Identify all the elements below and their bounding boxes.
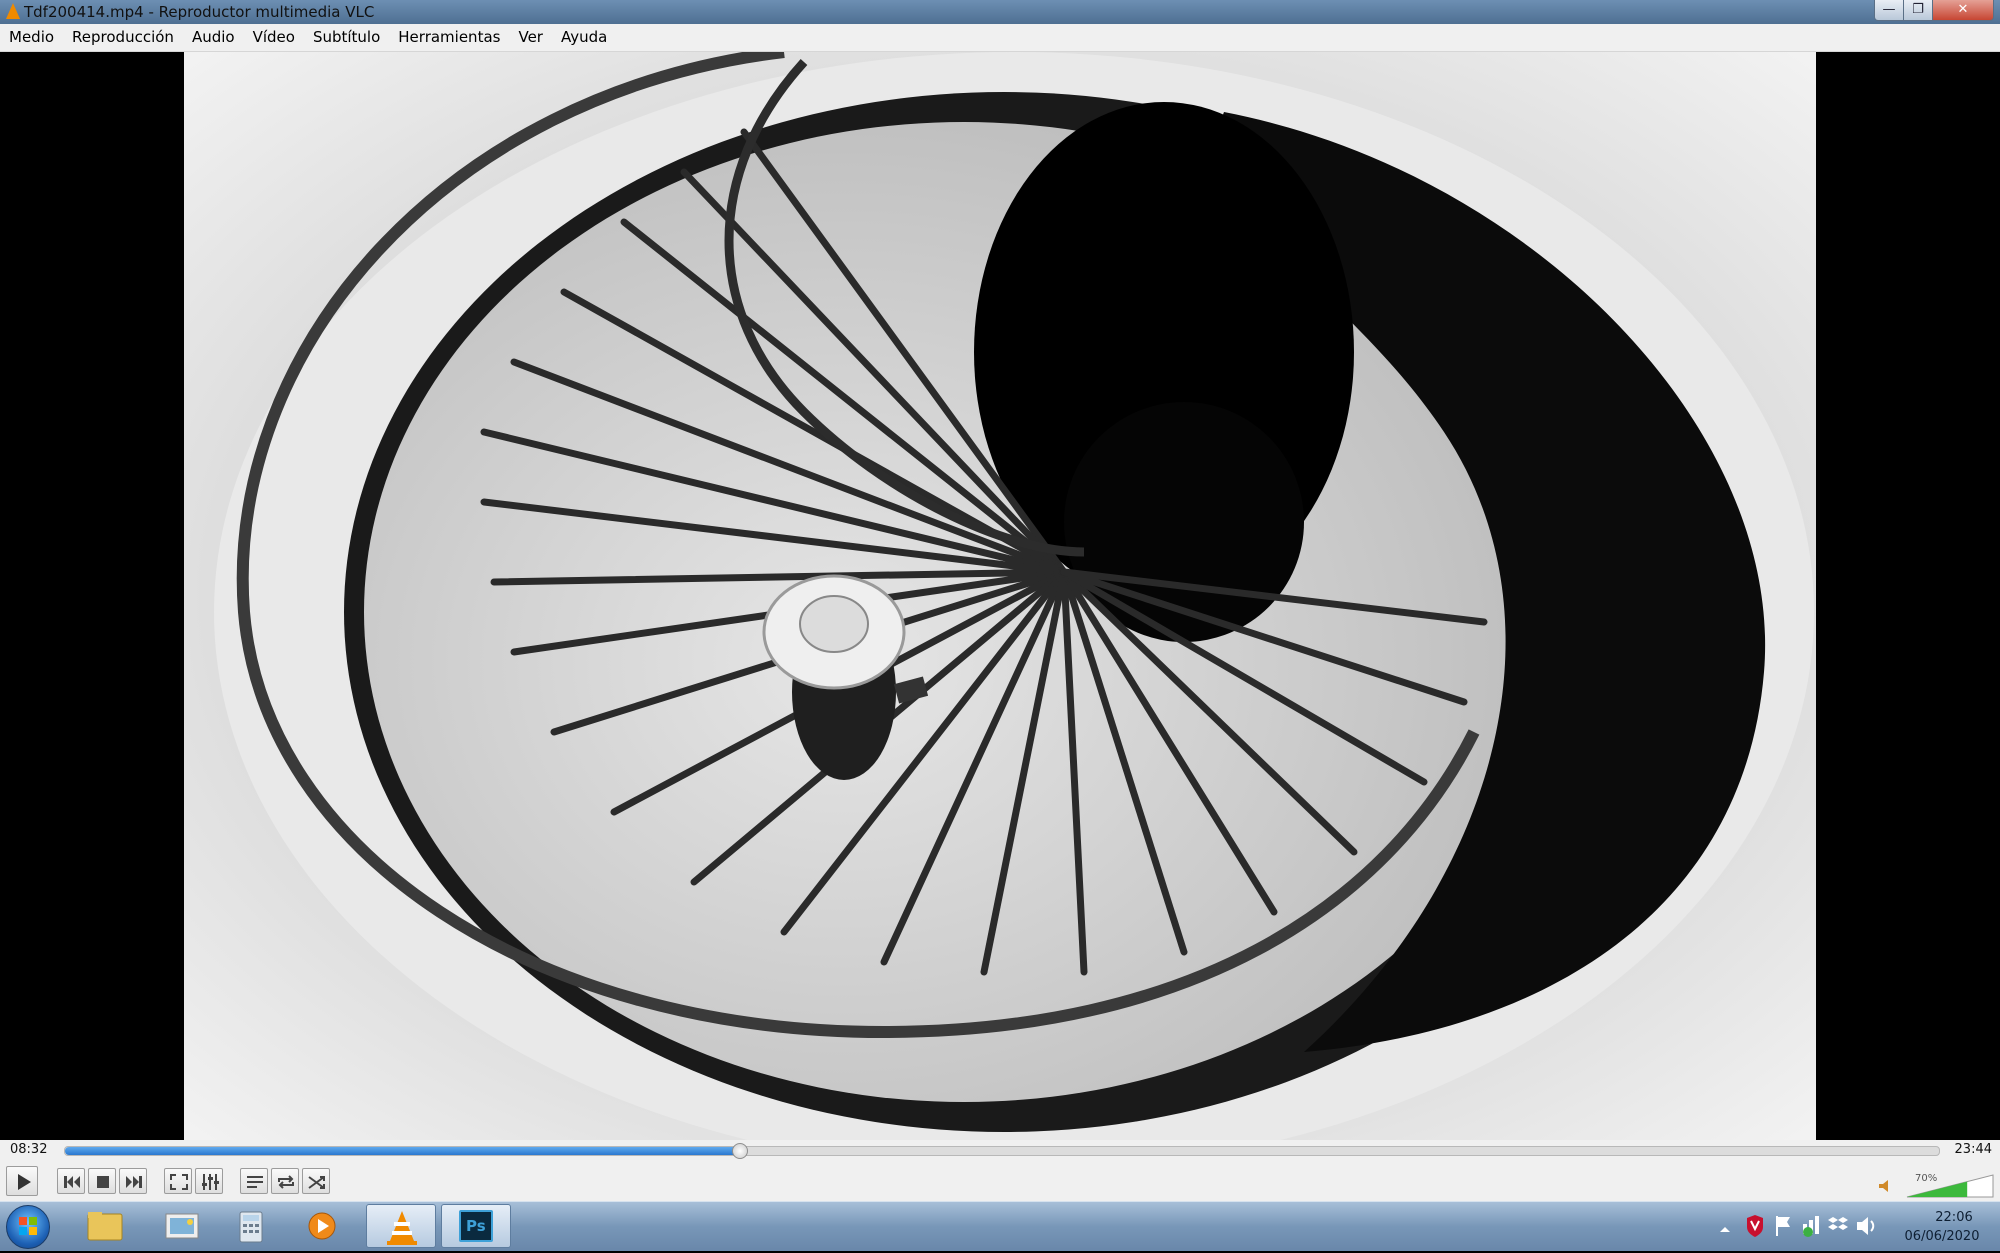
playback-controls: 70% [0,1161,2000,1201]
title-bar: Tdf200414.mp4 - Reproductor multimedia V… [0,0,2000,24]
vlc-cone-icon [6,3,20,19]
clock-date[interactable]: 06/06/2020 [1892,1229,1992,1244]
playlist-icon [247,1176,263,1188]
menu-audio[interactable]: Audio [183,24,244,51]
menu-ver[interactable]: Ver [509,24,552,51]
speaker-icon[interactable] [1878,1179,1894,1193]
previous-icon [64,1176,80,1188]
play-icon [18,1174,31,1190]
fullscreen-button[interactable] [164,1168,192,1194]
vlc-icon [387,1211,417,1245]
menu-medio[interactable]: Medio [0,24,63,51]
shuffle-icon [308,1176,325,1189]
loop-icon [278,1175,294,1189]
photo-viewer-icon [165,1213,199,1239]
previous-button[interactable] [57,1168,85,1194]
seek-row: 08:32 23:44 [0,1140,2000,1161]
taskbar-media-player[interactable] [286,1204,356,1248]
volume-percent: 70% [1915,1173,1938,1184]
taskbar: Ps 22:06 06/06/2020 [0,1201,2000,1251]
spiral-staircase-image [184,52,1816,1140]
clock-time[interactable]: 22:06 [1915,1210,1993,1225]
extended-settings-icon [202,1174,219,1190]
mcafee-icon[interactable] [1744,1202,1766,1251]
extended-settings-button[interactable] [195,1168,223,1194]
tray-speaker-icon[interactable] [1855,1202,1877,1251]
video-area[interactable] [0,52,2000,1140]
shuffle-button[interactable] [302,1168,330,1194]
menu-video[interactable]: Vídeo [244,24,304,51]
stop-icon [97,1176,109,1188]
close-button[interactable]: ✕ [1932,0,1994,21]
show-hidden-icons-icon[interactable] [1718,1202,1732,1251]
taskbar-photoshop[interactable]: Ps [441,1204,511,1248]
fullscreen-icon [170,1174,188,1190]
network-icon[interactable] [1800,1202,1822,1251]
menu-reproduccion[interactable]: Reproducción [63,24,183,51]
seek-handle[interactable] [731,1143,748,1159]
stop-button[interactable] [88,1168,116,1194]
photoshop-icon: Ps [459,1210,493,1242]
menu-bar: Medio Reproducción Audio Vídeo Subtítulo Herr… [0,24,2000,52]
seek-progress-fill [65,1147,740,1155]
photoshop-label: Ps [466,1217,486,1235]
play-button[interactable] [6,1166,38,1196]
total-time: 23:44 [1954,1142,1992,1157]
dropbox-icon[interactable] [1827,1202,1849,1251]
menu-herramientas[interactable]: Herramientas [389,24,509,51]
file-explorer-icon [87,1212,123,1241]
playlist-button[interactable] [240,1168,268,1194]
media-player-icon [308,1212,336,1240]
next-icon [126,1176,142,1188]
minimize-button[interactable]: — [1874,0,1904,21]
video-frame[interactable] [184,52,1816,1140]
next-button[interactable] [119,1168,147,1194]
maximize-button[interactable]: ❐ [1903,0,1933,21]
elapsed-time: 08:32 [10,1142,48,1157]
windows-logo-icon [19,1217,37,1235]
taskbar-vlc[interactable] [366,1204,436,1248]
loop-button[interactable] [271,1168,299,1194]
action-center-flag-icon[interactable] [1772,1202,1794,1251]
taskbar-file-explorer[interactable] [70,1204,140,1248]
window-title: Tdf200414.mp4 - Reproductor multimedia V… [24,3,375,21]
menu-ayuda[interactable]: Ayuda [552,24,616,51]
start-button[interactable] [6,1205,50,1249]
taskbar-calculator[interactable] [216,1204,286,1248]
seek-bar[interactable] [64,1143,1940,1159]
menu-subtitulo[interactable]: Subtítulo [304,24,389,51]
taskbar-photo-viewer[interactable] [146,1204,216,1248]
calculator-icon [239,1211,263,1243]
